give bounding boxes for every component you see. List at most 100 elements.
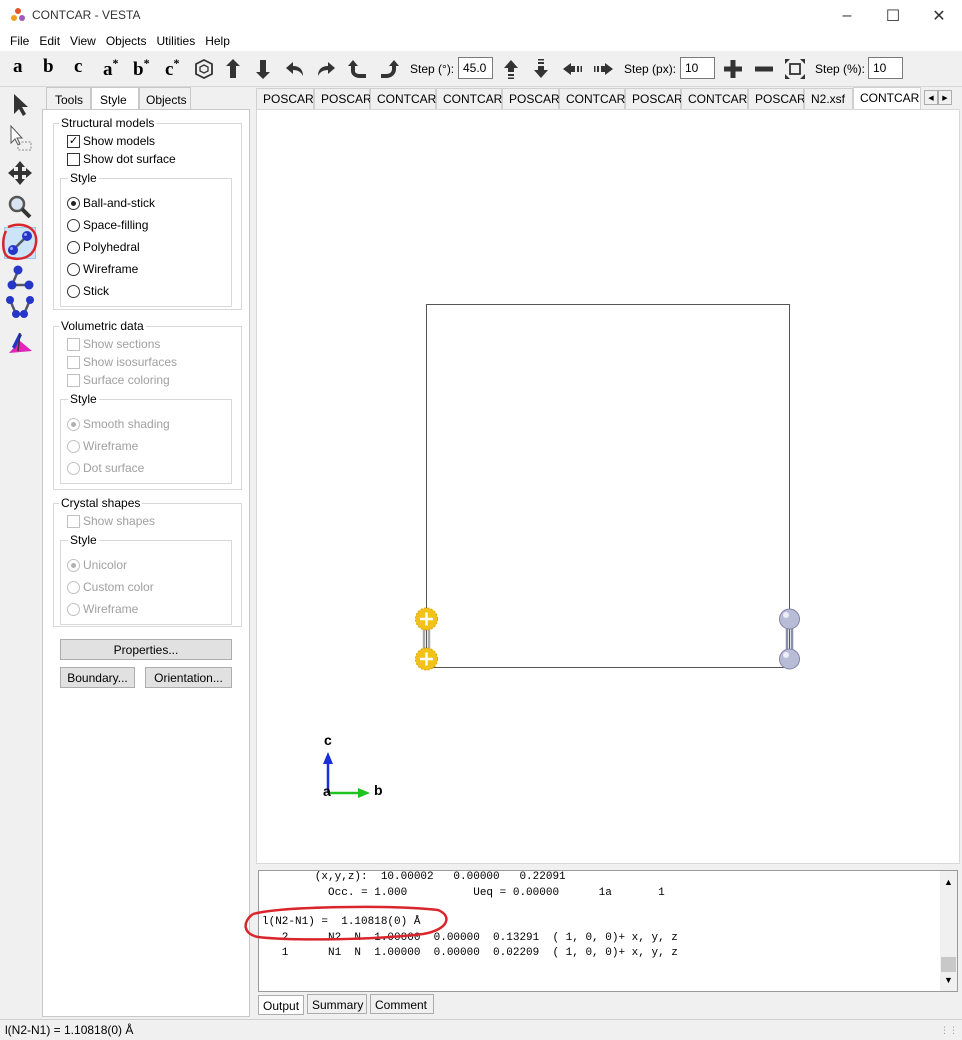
tab-output[interactable]: Output <box>258 995 304 1015</box>
menu-view[interactable]: View <box>67 31 103 51</box>
view-along-a-button[interactable]: a <box>13 56 23 78</box>
show-models-checkbox[interactable]: ✓ <box>67 134 80 148</box>
radio-smooth-shading[interactable]: Smooth shading <box>67 416 170 432</box>
translate-left-icon[interactable] <box>561 57 585 81</box>
atom-n2[interactable] <box>779 608 800 630</box>
translate-down-icon[interactable] <box>529 57 553 81</box>
tab-objects[interactable]: Objects <box>139 87 191 110</box>
file-tab[interactable]: POSCAR <box>625 88 683 109</box>
radio-polyhedral[interactable]: Polyhedral <box>67 239 140 255</box>
orientation-button[interactable]: Orientation... <box>145 667 232 688</box>
view-along-a-star-button[interactable]: a* <box>103 56 119 81</box>
radio-custom-color-dot[interactable] <box>67 580 80 594</box>
tab-comment[interactable]: Comment <box>370 994 434 1014</box>
show-shapes-checkbox[interactable] <box>67 514 80 528</box>
boundary-button[interactable]: Boundary... <box>60 667 135 688</box>
radio-space-filling-dot[interactable] <box>67 218 80 232</box>
tab-summary[interactable]: Summary <box>307 994 367 1014</box>
file-tab[interactable]: CONTCAR <box>436 88 502 109</box>
file-tab-active[interactable]: CONTCAR <box>853 87 921 109</box>
file-tab[interactable]: CONTCAR <box>370 88 436 109</box>
maximize-button[interactable]: ☐ <box>870 0 916 31</box>
file-tab[interactable]: CONTCAR <box>681 88 748 109</box>
file-tab[interactable]: POSCAR <box>314 88 372 109</box>
surface-coloring-checkbox[interactable] <box>67 373 80 387</box>
show-sections-row[interactable]: Show sections <box>67 336 160 352</box>
radio-unicolor-dot[interactable] <box>67 558 80 572</box>
tabs-scroll-left-icon[interactable]: ◀ <box>924 90 938 105</box>
radio-ball-and-stick-dot[interactable] <box>67 196 80 210</box>
rotate-up-icon[interactable] <box>222 57 246 81</box>
polyhedron-icon[interactable] <box>192 57 216 81</box>
view-along-b-button[interactable]: b <box>43 56 54 78</box>
tabs-scroll-right-icon[interactable]: ▶ <box>938 90 952 105</box>
step-deg-input[interactable]: 45.0 <box>458 57 493 79</box>
radio-unicolor[interactable]: Unicolor <box>67 557 127 573</box>
radio-vol-wireframe[interactable]: Wireframe <box>67 438 138 454</box>
properties-button[interactable]: Properties... <box>60 639 232 660</box>
rotate-down-icon[interactable] <box>252 57 276 81</box>
resize-grip-icon[interactable]: ⋮⋮ <box>940 1025 958 1036</box>
view-along-b-star-button[interactable]: b* <box>133 56 150 81</box>
angle-tool-icon[interactable] <box>6 263 34 291</box>
file-tab[interactable]: POSCAR <box>502 88 560 109</box>
show-dot-surface-row[interactable]: Show dot surface <box>67 151 176 167</box>
radio-stick-dot[interactable] <box>67 284 80 298</box>
magnify-icon[interactable] <box>6 193 34 221</box>
show-sections-checkbox[interactable] <box>67 337 80 351</box>
menu-file[interactable]: File <box>0 31 36 51</box>
radio-stick[interactable]: Stick <box>67 283 109 299</box>
show-models-row[interactable]: ✓ Show models <box>67 133 155 149</box>
rectangle-select-icon[interactable] <box>6 124 34 152</box>
radio-crystal-wireframe[interactable]: Wireframe <box>67 601 138 617</box>
rotate-left-icon[interactable] <box>283 57 307 81</box>
radio-dot-surface[interactable]: Dot surface <box>67 460 144 476</box>
show-shapes-row[interactable]: Show shapes <box>67 513 155 529</box>
file-tab[interactable]: POSCAR <box>256 88 314 109</box>
show-dot-surface-checkbox[interactable] <box>67 152 80 166</box>
close-button[interactable]: ✕ <box>916 0 962 31</box>
menu-utilities[interactable]: Utilities <box>154 31 203 51</box>
translate-right-icon[interactable] <box>591 57 615 81</box>
rotate-ccw-icon[interactable] <box>346 57 370 81</box>
step-pct-input[interactable]: 10 <box>868 57 903 79</box>
radio-space-filling[interactable]: Space-filling <box>67 217 148 233</box>
translate-tool-icon[interactable] <box>6 159 34 187</box>
show-isosurfaces-row[interactable]: Show isosurfaces <box>67 354 177 370</box>
radio-wireframe[interactable]: Wireframe <box>67 261 138 277</box>
menu-edit[interactable]: Edit <box>36 31 67 51</box>
menu-help[interactable]: Help <box>202 31 237 51</box>
output-scrollbar[interactable]: ▲ ▼ <box>940 871 957 991</box>
tab-style[interactable]: Style <box>91 87 139 111</box>
tab-tools[interactable]: Tools <box>46 87 91 110</box>
zoom-in-icon[interactable] <box>721 57 745 81</box>
structure-canvas[interactable] <box>257 110 959 863</box>
scroll-thumb[interactable] <box>941 957 956 972</box>
radio-wireframe-dot[interactable] <box>67 262 80 276</box>
radio-custom-color[interactable]: Custom color <box>67 579 154 595</box>
view-along-c-button[interactable]: c <box>74 56 82 78</box>
radio-vol-wireframe-dot[interactable] <box>67 439 80 453</box>
structure-viewport[interactable]: c b a <box>256 109 960 864</box>
select-arrow-icon[interactable] <box>6 90 34 118</box>
rotate-cw-icon[interactable] <box>377 57 401 81</box>
plane-tool-icon[interactable] <box>6 329 34 357</box>
minimize-button[interactable]: – <box>824 0 870 31</box>
radio-polyhedral-dot[interactable] <box>67 240 80 254</box>
view-along-c-star-button[interactable]: c* <box>165 56 179 81</box>
surface-coloring-row[interactable]: Surface coloring <box>67 372 170 388</box>
scroll-down-icon[interactable]: ▼ <box>944 975 953 985</box>
translate-up-icon[interactable] <box>499 57 523 81</box>
menu-objects[interactable]: Objects <box>103 31 154 51</box>
file-tab[interactable]: N2.xsf <box>804 88 853 109</box>
fit-to-screen-icon[interactable] <box>783 57 807 81</box>
radio-dot-surface-dot[interactable] <box>67 461 80 475</box>
step-px-input[interactable]: 10 <box>680 57 715 79</box>
scroll-up-icon[interactable]: ▲ <box>944 877 953 887</box>
radio-crystal-wireframe-dot[interactable] <box>67 602 80 616</box>
zoom-out-icon[interactable] <box>752 57 776 81</box>
file-tab[interactable]: CONTCAR <box>559 88 625 109</box>
rotate-right-icon[interactable] <box>314 57 338 81</box>
show-isosurfaces-checkbox[interactable] <box>67 355 80 369</box>
radio-ball-and-stick[interactable]: Ball-and-stick <box>67 195 155 211</box>
